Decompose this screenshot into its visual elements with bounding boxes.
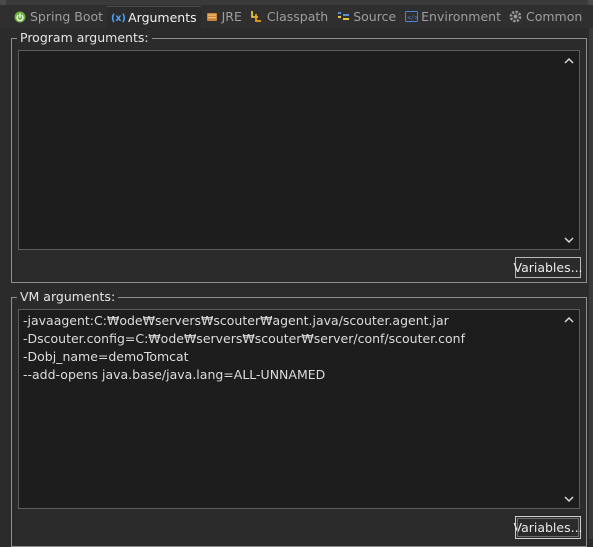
program-arguments-title: Program arguments: xyxy=(17,30,152,46)
variables-button-label: Variables... xyxy=(513,520,583,535)
tab-source[interactable]: Source xyxy=(332,6,400,28)
program-arguments-scrollbar[interactable] xyxy=(559,51,579,249)
vm-arguments-textarea[interactable]: -javaagent:C:₩ode₩servers₩scouter₩agent.… xyxy=(18,309,580,509)
source-icon xyxy=(336,10,350,24)
tab-jre[interactable]: JRE xyxy=(201,6,246,28)
svg-text:(x): (x) xyxy=(111,13,125,23)
program-arguments-group: Program arguments: Variables... xyxy=(11,30,587,283)
variables-button-label: Variables... xyxy=(513,260,583,275)
vm-arguments-value: -javaagent:C:₩ode₩servers₩scouter₩agent.… xyxy=(23,312,555,384)
tab-classpath[interactable]: Classpath xyxy=(246,6,332,28)
vm-argument-line: -javaagent:C:₩ode₩servers₩scouter₩agent.… xyxy=(23,313,449,328)
tab-arguments[interactable]: (x) Arguments xyxy=(107,5,201,28)
tab-label: Source xyxy=(353,9,397,24)
tab-label: Classpath xyxy=(266,9,329,24)
tab-label: Spring Boot xyxy=(30,9,104,24)
vm-argument-line: -Dscouter.config=C:₩ode₩servers₩scouter₩… xyxy=(23,331,465,346)
vm-arguments-group: VM arguments: -javaagent:C:₩ode₩servers₩… xyxy=(11,289,587,547)
scroll-up-icon[interactable] xyxy=(562,312,576,326)
program-variables-button[interactable]: Variables... xyxy=(513,257,583,278)
tab-label: Common xyxy=(525,9,583,24)
scroll-down-icon[interactable] xyxy=(562,492,576,506)
vm-arguments-title: VM arguments: xyxy=(17,289,119,305)
right-edge-border xyxy=(589,28,593,539)
classpath-icon xyxy=(250,10,264,24)
svg-text:</>: </> xyxy=(407,15,418,22)
tab-common[interactable]: Common xyxy=(505,6,586,28)
vm-arguments-scrollbar[interactable] xyxy=(559,310,579,508)
vm-argument-line: -Dobj_name=demoTomcat xyxy=(23,349,189,364)
spring-boot-icon xyxy=(13,10,27,24)
vm-argument-line: --add-opens java.base/java.lang=ALL-UNNA… xyxy=(23,367,326,382)
tab-label: Environment xyxy=(421,9,501,24)
jre-icon xyxy=(205,10,219,24)
scroll-up-icon[interactable] xyxy=(562,53,576,67)
vm-variables-button[interactable]: Variables... xyxy=(513,516,583,539)
common-icon xyxy=(509,10,523,24)
tab-label: Arguments xyxy=(128,9,197,25)
tab-environment[interactable]: </> Environment xyxy=(400,6,505,28)
tab-spring-boot[interactable]: Spring Boot xyxy=(9,6,107,28)
arguments-icon: (x) xyxy=(111,10,125,24)
scroll-down-icon[interactable] xyxy=(562,233,576,247)
environment-icon: </> xyxy=(404,10,418,24)
tab-label: JRE xyxy=(221,9,242,24)
launch-config-tab-bar: Spring Boot (x) Arguments JRE Classpath … xyxy=(0,5,593,28)
program-arguments-textarea[interactable] xyxy=(18,50,580,250)
